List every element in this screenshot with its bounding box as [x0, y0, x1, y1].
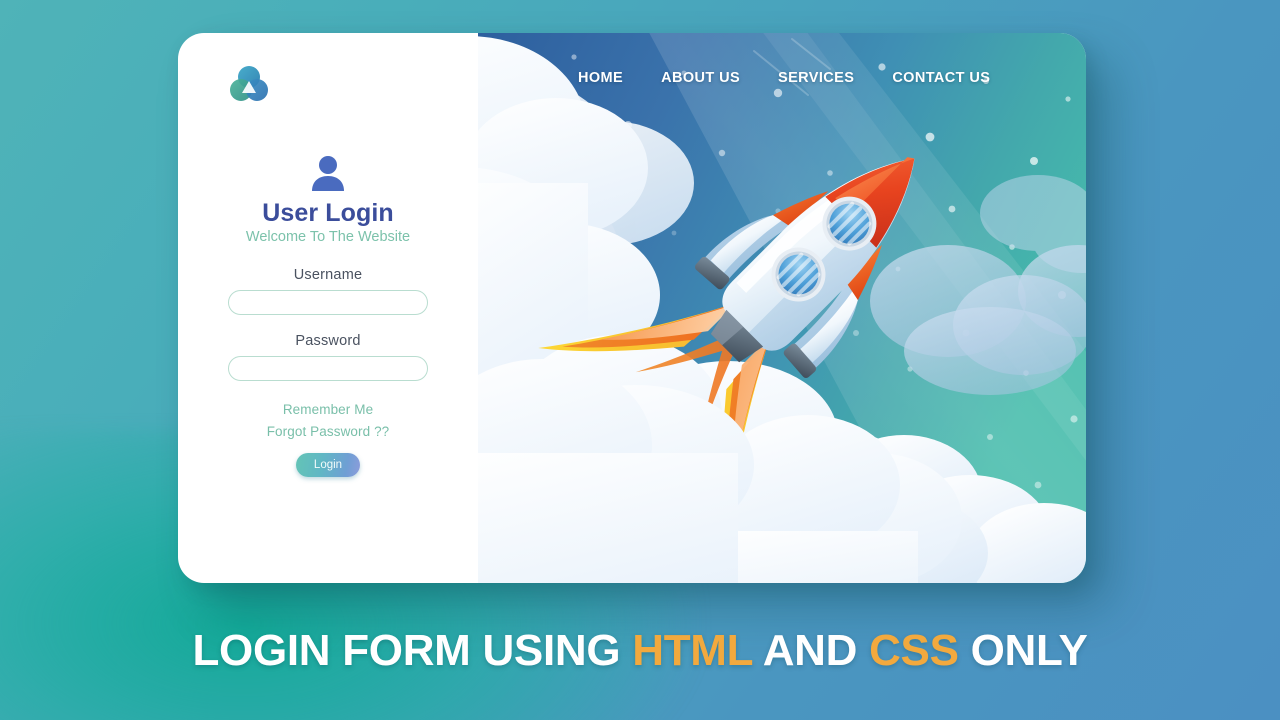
- user-avatar-icon: [178, 155, 478, 193]
- main-navigation: HOME ABOUT US SERVICES CONTACT US: [478, 61, 1086, 95]
- login-form: User Login Welcome To The Website Userna…: [178, 155, 478, 478]
- forgot-password-link[interactable]: Forgot Password ??: [178, 421, 478, 443]
- login-subtitle: Welcome To The Website: [245, 229, 411, 245]
- username-label: Username: [293, 267, 363, 283]
- page-title: User Login: [262, 199, 394, 227]
- login-panel: User Login Welcome To The Website Userna…: [178, 33, 478, 583]
- login-button[interactable]: Login: [296, 453, 360, 478]
- login-card: User Login Welcome To The Website Userna…: [178, 33, 1086, 583]
- nav-item-home[interactable]: HOME: [578, 70, 623, 86]
- rocket-illustration: [478, 33, 1086, 583]
- caption-accent-html: HTML: [632, 626, 753, 675]
- caption-accent-css: CSS: [869, 626, 959, 675]
- caption-part-2: AND: [752, 626, 870, 675]
- username-input[interactable]: [228, 290, 428, 315]
- nav-item-about-us[interactable]: ABOUT US: [661, 70, 740, 86]
- remember-me-link[interactable]: Remember Me: [178, 399, 478, 421]
- nav-item-contact-us[interactable]: CONTACT US: [892, 70, 990, 86]
- caption-part-3: ONLY: [958, 626, 1088, 675]
- password-label: Password: [295, 333, 361, 349]
- page-root: User Login Welcome To The Website Userna…: [0, 0, 1280, 720]
- caption-part-1: LOGIN FORM USING: [192, 626, 633, 675]
- caption-text: LOGIN FORM USING HTML AND CSS ONLY: [0, 626, 1280, 676]
- password-input[interactable]: [228, 356, 428, 381]
- three-circles-logo[interactable]: [228, 63, 270, 105]
- nav-item-services[interactable]: SERVICES: [778, 70, 854, 86]
